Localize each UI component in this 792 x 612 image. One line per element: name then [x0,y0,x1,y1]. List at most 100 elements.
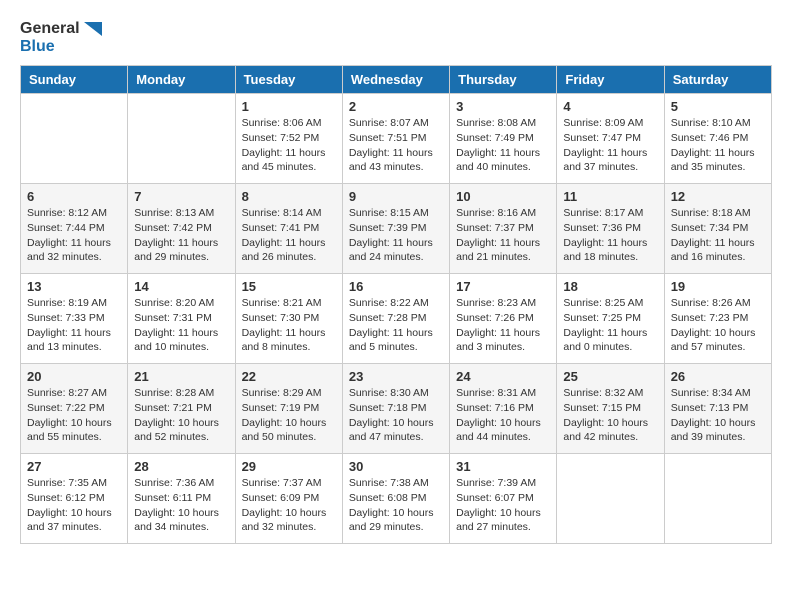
day-detail: Sunrise: 7:39 AMSunset: 6:07 PMDaylight:… [456,476,550,535]
calendar-cell: 1Sunrise: 8:06 AMSunset: 7:52 PMDaylight… [235,94,342,184]
day-header-tuesday: Tuesday [235,66,342,94]
page-header: General Blue [20,20,772,55]
day-detail: Sunrise: 7:37 AMSunset: 6:09 PMDaylight:… [242,476,336,535]
day-header-friday: Friday [557,66,664,94]
day-number: 11 [563,189,657,204]
calendar-week-row: 1Sunrise: 8:06 AMSunset: 7:52 PMDaylight… [21,94,772,184]
day-detail: Sunrise: 8:09 AMSunset: 7:47 PMDaylight:… [563,116,657,175]
day-number: 15 [242,279,336,294]
day-number: 28 [134,459,228,474]
day-detail: Sunrise: 8:18 AMSunset: 7:34 PMDaylight:… [671,206,765,265]
day-detail: Sunrise: 8:19 AMSunset: 7:33 PMDaylight:… [27,296,121,355]
calendar-cell: 10 Sunrise: 8:16 AMSunset: 7:37 PMDayligh… [450,184,557,274]
day-number: 26 [671,369,765,384]
day-number: 3 [456,99,550,114]
day-number: 7 [134,189,228,204]
day-detail: Sunrise: 7:38 AMSunset: 6:08 PMDaylight:… [349,476,443,535]
calendar-cell: 15 Sunrise: 8:21 AMSunset: 7:30 PMDayligh… [235,274,342,364]
day-number: 25 [563,369,657,384]
day-detail: Sunrise: 8:34 AMSunset: 7:13 PMDaylight:… [671,386,765,445]
calendar-cell: 3 Sunrise: 8:08 AMSunset: 7:49 PMDaylight… [450,94,557,184]
day-number: 6 [27,189,121,204]
day-number: 21 [134,369,228,384]
day-detail: Sunrise: 8:20 AMSunset: 7:31 PMDaylight:… [134,296,228,355]
calendar-cell: 22 Sunrise: 8:29 AMSunset: 7:19 PMDayligh… [235,364,342,454]
calendar-cell [664,454,771,544]
day-detail: Sunrise: 8:29 AMSunset: 7:19 PMDaylight:… [242,386,336,445]
calendar-cell: 8 Sunrise: 8:14 AMSunset: 7:41 PMDaylight… [235,184,342,274]
day-number: 16 [349,279,443,294]
day-number: 5 [671,99,765,114]
day-detail: Sunrise: 8:15 AMSunset: 7:39 PMDaylight:… [349,206,443,265]
day-number: 17 [456,279,550,294]
calendar-cell [128,94,235,184]
day-detail: Sunrise: 8:14 AMSunset: 7:41 PMDaylight:… [242,206,336,265]
calendar-body: 1Sunrise: 8:06 AMSunset: 7:52 PMDaylight… [21,94,772,544]
day-number: 19 [671,279,765,294]
day-detail: Sunrise: 8:22 AMSunset: 7:28 PMDaylight:… [349,296,443,355]
calendar-cell: 30 Sunrise: 7:38 AMSunset: 6:08 PMDayligh… [342,454,449,544]
calendar-cell: 28 Sunrise: 7:36 AMSunset: 6:11 PMDayligh… [128,454,235,544]
calendar-week-row: 13 Sunrise: 8:19 AMSunset: 7:33 PMDayligh… [21,274,772,364]
calendar-week-row: 27 Sunrise: 7:35 AMSunset: 6:12 PMDayligh… [21,454,772,544]
day-number: 10 [456,189,550,204]
day-detail: Sunrise: 8:25 AMSunset: 7:25 PMDaylight:… [563,296,657,355]
calendar-cell [21,94,128,184]
calendar-cell: 31 Sunrise: 7:39 AMSunset: 6:07 PMDayligh… [450,454,557,544]
day-number: 14 [134,279,228,294]
calendar-cell: 17 Sunrise: 8:23 AMSunset: 7:26 PMDayligh… [450,274,557,364]
calendar-cell: 4Sunrise: 8:09 AMSunset: 7:47 PMDaylight… [557,94,664,184]
day-header-sunday: Sunday [21,66,128,94]
calendar-cell [557,454,664,544]
day-detail: Sunrise: 8:08 AMSunset: 7:49 PMDaylight:… [456,116,550,175]
day-detail: Sunrise: 8:31 AMSunset: 7:16 PMDaylight:… [456,386,550,445]
logo-triangle-icon [84,22,102,36]
day-detail: Sunrise: 8:32 AMSunset: 7:15 PMDaylight:… [563,386,657,445]
calendar-cell: 16 Sunrise: 8:22 AMSunset: 7:28 PMDayligh… [342,274,449,364]
logo-general-text: General [20,20,102,38]
day-header-saturday: Saturday [664,66,771,94]
day-number: 1 [242,99,336,114]
calendar-cell: 20 Sunrise: 8:27 AMSunset: 7:22 PMDayligh… [21,364,128,454]
calendar-cell: 6Sunrise: 8:12 AMSunset: 7:44 PMDaylight… [21,184,128,274]
calendar-cell: 18Sunrise: 8:25 AMSunset: 7:25 PMDayligh… [557,274,664,364]
day-detail: Sunrise: 8:16 AMSunset: 7:37 PMDaylight:… [456,206,550,265]
day-detail: Sunrise: 8:21 AMSunset: 7:30 PMDaylight:… [242,296,336,355]
day-number: 22 [242,369,336,384]
day-number: 23 [349,369,443,384]
calendar-cell: 29 Sunrise: 7:37 AMSunset: 6:09 PMDayligh… [235,454,342,544]
day-detail: Sunrise: 7:35 AMSunset: 6:12 PMDaylight:… [27,476,121,535]
calendar-week-row: 6Sunrise: 8:12 AMSunset: 7:44 PMDaylight… [21,184,772,274]
calendar-cell: 21 Sunrise: 8:28 AMSunset: 7:21 PMDayligh… [128,364,235,454]
calendar-cell: 12 Sunrise: 8:18 AMSunset: 7:34 PMDayligh… [664,184,771,274]
day-detail: Sunrise: 8:30 AMSunset: 7:18 PMDaylight:… [349,386,443,445]
day-number: 20 [27,369,121,384]
day-detail: Sunrise: 8:23 AMSunset: 7:26 PMDaylight:… [456,296,550,355]
day-detail: Sunrise: 8:17 AMSunset: 7:36 PMDaylight:… [563,206,657,265]
calendar-cell: 5Sunrise: 8:10 AMSunset: 7:46 PMDaylight… [664,94,771,184]
day-number: 12 [671,189,765,204]
calendar-cell: 26 Sunrise: 8:34 AMSunset: 7:13 PMDayligh… [664,364,771,454]
day-header-wednesday: Wednesday [342,66,449,94]
day-detail: Sunrise: 8:28 AMSunset: 7:21 PMDaylight:… [134,386,228,445]
day-detail: Sunrise: 8:13 AMSunset: 7:42 PMDaylight:… [134,206,228,265]
day-detail: Sunrise: 8:27 AMSunset: 7:22 PMDaylight:… [27,386,121,445]
logo: General Blue [20,20,102,55]
day-number: 30 [349,459,443,474]
logo-blue-text: Blue [20,38,102,56]
day-number: 27 [27,459,121,474]
day-number: 31 [456,459,550,474]
day-header-thursday: Thursday [450,66,557,94]
calendar-cell: 7 Sunrise: 8:13 AMSunset: 7:42 PMDaylight… [128,184,235,274]
day-number: 8 [242,189,336,204]
calendar-cell: 19Sunrise: 8:26 AMSunset: 7:23 PMDayligh… [664,274,771,364]
day-detail: Sunrise: 7:36 AMSunset: 6:11 PMDaylight:… [134,476,228,535]
day-number: 2 [349,99,443,114]
calendar-table: SundayMondayTuesdayWednesdayThursdayFrid… [20,65,772,544]
day-number: 13 [27,279,121,294]
day-detail: Sunrise: 8:07 AMSunset: 7:51 PMDaylight:… [349,116,443,175]
calendar-cell: 2 Sunrise: 8:07 AMSunset: 7:51 PMDaylight… [342,94,449,184]
day-number: 29 [242,459,336,474]
calendar-cell: 25 Sunrise: 8:32 AMSunset: 7:15 PMDayligh… [557,364,664,454]
day-number: 9 [349,189,443,204]
